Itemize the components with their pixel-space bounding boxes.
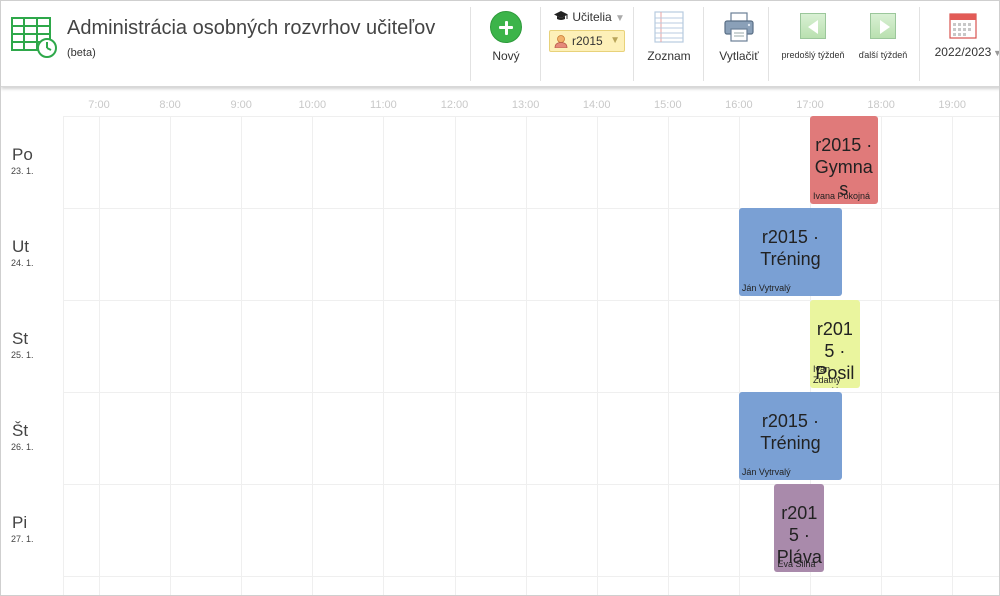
lesson-event[interactable]: r2015 · PlávanEva Silná	[774, 484, 825, 572]
hour-gridline	[952, 117, 953, 595]
hour-gridline	[455, 117, 456, 595]
toolbar-divider	[919, 7, 920, 81]
day-name: Pi	[12, 513, 28, 532]
hour-label: 17:00	[796, 99, 824, 111]
day-row-gridline	[63, 208, 999, 209]
hour-label: 13:00	[511, 99, 540, 111]
page-subtitle: (beta)	[67, 47, 96, 59]
list-button-label: Zoznam	[647, 49, 691, 63]
student-icon	[554, 35, 568, 48]
arrow-left-icon	[800, 13, 826, 39]
day-row-gridline	[63, 392, 999, 393]
hour-label: 14:00	[582, 99, 611, 111]
toolbar-divider	[768, 7, 769, 81]
hour-gridline	[383, 117, 384, 595]
day-date: 24. 1.	[11, 258, 34, 268]
print-button[interactable]: Vytlačiť	[715, 11, 763, 63]
school-year-button[interactable]: 2022/2023	[927, 11, 999, 59]
next-week-label: ďalší týždeň	[858, 50, 908, 60]
page-title: Administrácia osobných rozvrhov učiteľov	[67, 17, 436, 39]
hour-label: 11:00	[370, 99, 397, 111]
next-week-button[interactable]: ďalší týždeň	[855, 13, 911, 60]
arrow-right-icon	[870, 13, 896, 39]
app-frame: Administrácia osobných rozvrhov učiteľov…	[0, 0, 1000, 596]
toolbar-divider	[540, 7, 541, 81]
previous-week-label: predošlý týždeň	[781, 50, 845, 60]
lesson-event-teacher: Ján Vytrvalý	[741, 467, 791, 477]
hour-gridline	[597, 117, 598, 595]
lesson-event[interactable]: r2015 · PosilňIvan Zdatný	[810, 300, 860, 388]
toolbar-divider	[470, 7, 471, 81]
hour-label: 19:00	[938, 99, 966, 111]
hour-label: 7:00	[88, 99, 110, 111]
hour-label: 9:00	[230, 99, 252, 111]
printer-icon	[724, 12, 754, 42]
day-date: 26. 1.	[11, 442, 34, 452]
type-select-value: Učitelia	[572, 10, 612, 24]
hour-gridline	[526, 117, 527, 595]
lesson-event[interactable]: r2015 · Gymnas Ivana Pokojná	[810, 116, 878, 204]
toolbar-divider	[703, 7, 704, 81]
triangle-down-icon: ▼	[610, 35, 620, 46]
hour-gridline	[312, 117, 313, 595]
graduation-cap-icon	[554, 11, 568, 20]
day-row-gridline	[63, 484, 999, 485]
hour-gridline	[241, 117, 242, 595]
day-date: 27. 1.	[11, 534, 34, 544]
day-column-gridline	[63, 117, 64, 595]
calendar-clock-logo-icon	[11, 17, 57, 58]
toolbar: Administrácia osobných rozvrhov učiteľov…	[1, 1, 999, 87]
lesson-event-title: r2015 · Tréning	[760, 411, 821, 453]
plus-icon	[490, 11, 522, 43]
hour-gridline	[881, 117, 882, 595]
calendar-icon	[949, 13, 977, 39]
day-row-gridline	[63, 576, 999, 577]
weekly-timetable: 7:00 8:00 9:00 10:00 11:00 12:00 13:00 14:00 15:…	[1, 89, 999, 595]
day-name: Št	[12, 421, 29, 440]
day-date: 23. 1.	[11, 166, 34, 176]
lesson-event[interactable]: r2015 · Tréning Ján Vytrvalý	[738, 208, 842, 296]
hour-gridline	[739, 117, 740, 595]
list-document-icon	[654, 11, 684, 43]
class-select-value: r2015	[572, 34, 603, 48]
class-select[interactable]: r2015 ▼	[549, 30, 625, 52]
lesson-event-teacher: Ivan Zdatný	[813, 364, 841, 385]
day-name: St	[12, 329, 29, 348]
type-select[interactable]: Učitelia ▼	[553, 10, 625, 24]
day-date: 25. 1.	[11, 350, 34, 360]
lesson-event-teacher: Ján Vytrvalý	[741, 283, 791, 293]
hour-label: 10:00	[298, 99, 327, 111]
hour-label: 12:00	[440, 99, 469, 111]
lesson-event-teacher: Ivana Pokojná	[813, 191, 871, 201]
hour-label: 18:00	[867, 99, 895, 111]
toolbar-divider	[633, 7, 634, 81]
previous-week-button[interactable]: predošlý týždeň	[779, 13, 847, 60]
triangle-down-icon[interactable]: ▼	[993, 48, 999, 58]
hour-gridline	[668, 117, 669, 595]
lesson-event-title: r2015 · Tréning	[760, 227, 821, 269]
triangle-down-icon: ▼	[615, 13, 625, 24]
new-button-label: Nový	[492, 49, 520, 63]
print-button-label: Vytlačiť	[719, 49, 759, 63]
day-name: Po	[12, 145, 33, 164]
lesson-event[interactable]: r2015 · Tréning Ján Vytrvalý	[738, 392, 842, 480]
school-year-label: 2022/2023	[934, 45, 992, 59]
day-name: Ut	[12, 237, 29, 256]
hour-gridline	[170, 117, 171, 595]
hour-gridline	[99, 117, 100, 595]
hour-label: 8:00	[159, 99, 181, 111]
list-button[interactable]: Zoznam	[645, 11, 693, 63]
new-button[interactable]: Nový	[479, 11, 533, 63]
lesson-event-teacher: Eva Silná	[777, 559, 816, 569]
hour-label: 16:00	[725, 99, 753, 111]
hour-label: 15:00	[654, 99, 682, 111]
